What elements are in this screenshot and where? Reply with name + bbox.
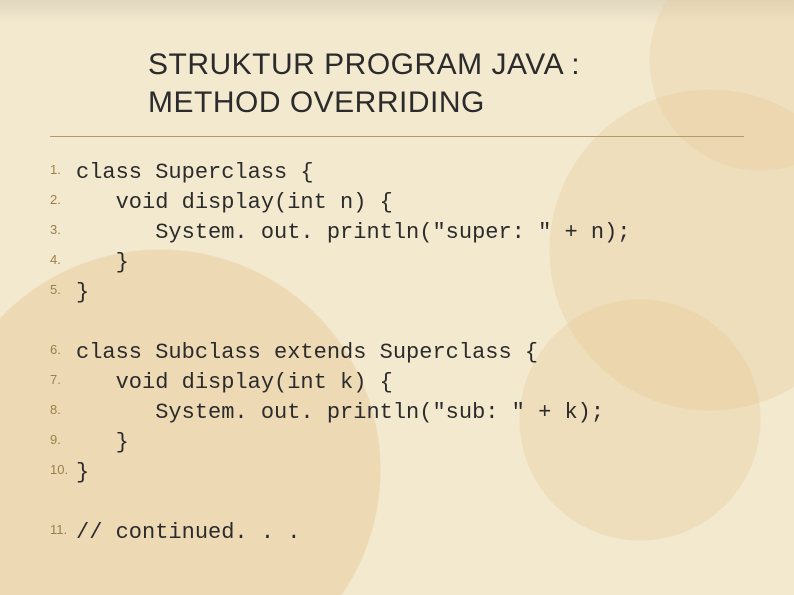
line-number: 8. <box>50 395 76 425</box>
code-line: 1. class Superclass { <box>50 158 750 188</box>
code-listing: 1. class Superclass { 2. void display(in… <box>50 158 750 548</box>
code-text: class Subclass extends Superclass { <box>76 338 538 368</box>
code-line: 7. void display(int k) { <box>50 368 750 398</box>
code-line: 2. void display(int n) { <box>50 188 750 218</box>
code-text: } <box>76 428 129 458</box>
line-number: 11. <box>50 515 76 545</box>
slide: STRUKTUR PROGRAM JAVA : METHOD OVERRIDIN… <box>0 0 794 595</box>
line-number: 2. <box>50 185 76 215</box>
slide-title-line2: METHOD OVERRIDING <box>148 84 580 122</box>
code-line: 5. } <box>50 278 750 308</box>
code-text: } <box>76 248 129 278</box>
code-line: 9. } <box>50 428 750 458</box>
code-text: System. out. println("sub: " + k); <box>76 398 604 428</box>
title-underline <box>50 136 744 137</box>
line-number: 7. <box>50 365 76 395</box>
line-number: 3. <box>50 215 76 245</box>
code-line: 10. } <box>50 458 750 488</box>
line-number: 6. <box>50 335 76 365</box>
code-line: 4. } <box>50 248 750 278</box>
slide-title-block: STRUKTUR PROGRAM JAVA : METHOD OVERRIDIN… <box>148 46 580 122</box>
blank-line <box>50 488 750 518</box>
line-number: 1. <box>50 155 76 185</box>
code-line: 8. System. out. println("sub: " + k); <box>50 398 750 428</box>
line-number: 10. <box>50 455 76 485</box>
code-text: // continued. . . <box>76 518 300 548</box>
code-line: 6. class Subclass extends Superclass { <box>50 338 750 368</box>
code-line: 3. System. out. println("super: " + n); <box>50 218 750 248</box>
blank-line <box>50 308 750 338</box>
code-text: void display(int k) { <box>76 368 393 398</box>
code-text: void display(int n) { <box>76 188 393 218</box>
slide-title-line1: STRUKTUR PROGRAM JAVA : <box>148 46 580 84</box>
line-number: 9. <box>50 425 76 455</box>
code-text: } <box>76 278 89 308</box>
line-number: 5. <box>50 275 76 305</box>
code-text: } <box>76 458 89 488</box>
line-number: 4. <box>50 245 76 275</box>
code-line: 11. // continued. . . <box>50 518 750 548</box>
code-text: class Superclass { <box>76 158 314 188</box>
code-text: System. out. println("super: " + n); <box>76 218 631 248</box>
